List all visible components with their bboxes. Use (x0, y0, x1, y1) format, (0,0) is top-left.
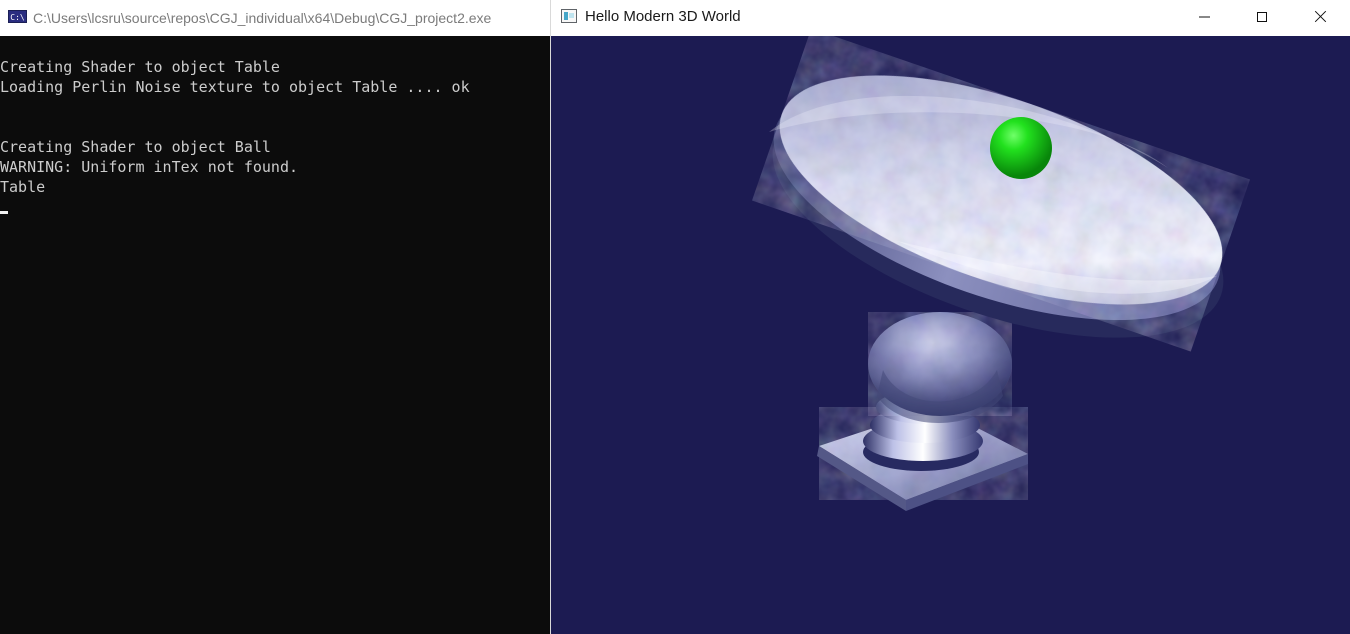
3d-render-viewport[interactable] (551, 36, 1350, 634)
console-line: Creating Shader to object Table (0, 58, 280, 76)
minimize-button[interactable] (1175, 0, 1233, 33)
green-ball (990, 117, 1052, 179)
maximize-icon (1257, 11, 1267, 22)
maximize-button[interactable] (1233, 0, 1291, 33)
marble-table (769, 75, 1224, 511)
console-app-icon: C:\ (8, 10, 27, 23)
console-line: Loading Perlin Noise texture to object T… (0, 78, 470, 96)
console-window-title: C:\Users\lcsru\source\repos\CGJ_individu… (33, 10, 492, 26)
opengl-window-title: Hello Modern 3D World (585, 8, 741, 25)
table-pedestal (868, 312, 1012, 423)
opengl-window[interactable]: Hello Modern 3D World (551, 0, 1350, 634)
minimize-icon (1198, 16, 1210, 18)
console-cursor (0, 211, 8, 214)
console-line: Creating Shader to object Ball (0, 138, 271, 156)
console-titlebar[interactable]: C:\ C:\Users\lcsru\source\repos\CGJ_indi… (0, 0, 550, 36)
close-button[interactable] (1291, 0, 1349, 33)
console-line: WARNING: Uniform inTex not found. (0, 158, 299, 176)
opengl-window-icon (561, 9, 577, 23)
console-output[interactable]: Creating Shader to object Table Loading … (0, 57, 548, 197)
console-window[interactable]: C:\ C:\Users\lcsru\source\repos\CGJ_indi… (0, 0, 550, 634)
opengl-window-titlebar[interactable]: Hello Modern 3D World (551, 0, 1350, 36)
3d-scene (769, 75, 1224, 511)
console-line: Table (0, 178, 46, 196)
close-icon (1314, 10, 1327, 23)
